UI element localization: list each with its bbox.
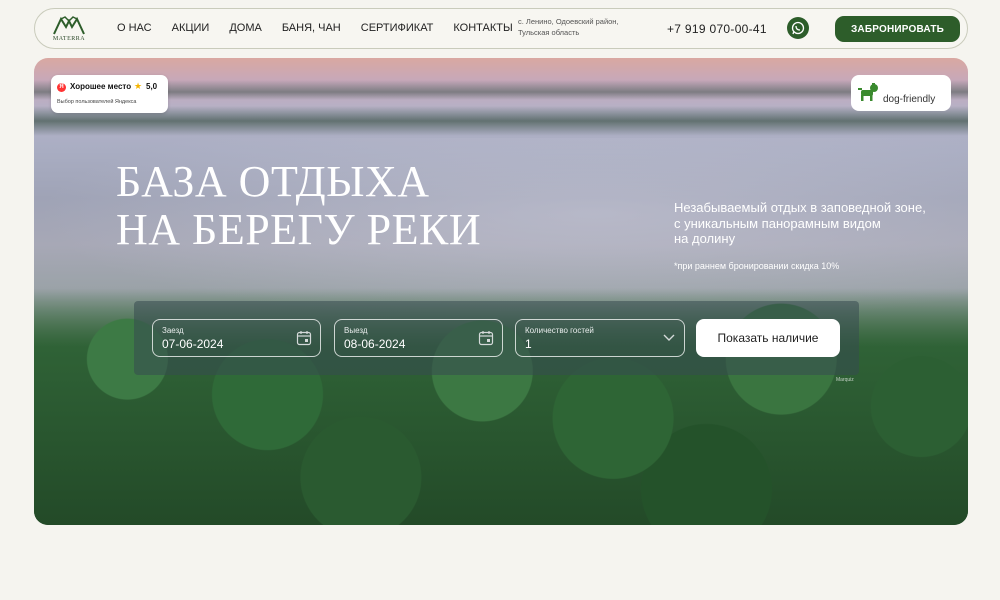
book-button[interactable]: ЗАБРОНИРОВАТЬ — [835, 16, 960, 42]
nav-item-promos[interactable]: АКЦИИ — [172, 22, 210, 34]
phone-link[interactable]: +7 919 070-00-41 — [667, 22, 767, 36]
discount-note: *при раннем бронировании скидка 10% — [674, 261, 840, 271]
checkin-value: 07-06-2024 — [162, 337, 224, 351]
dog-friendly-badge: dog-friendly — [851, 75, 951, 111]
calendar-icon — [296, 331, 312, 346]
nav-item-about[interactable]: О НАС — [117, 22, 152, 34]
yandex-badge-title: Хорошее место — [70, 82, 132, 91]
show-availability-button[interactable]: Показать наличие — [696, 319, 840, 357]
mountains-logo-icon — [53, 16, 85, 35]
yandex-badge-subtitle: Выбор пользователей Яндекса — [57, 99, 137, 105]
chevron-down-icon — [663, 334, 675, 341]
main-nav: О НАС АКЦИИ ДОМА БАНЯ, ЧАН СЕРТИФИКАТ КО… — [117, 22, 533, 34]
hero-desc-line-2: с уникальным панорамным видом — [674, 215, 881, 231]
booking-form: Заезд 07-06-2024 Выезд 08-06-2024 Количе… — [134, 301, 859, 375]
guests-label: Количество гостей — [525, 326, 594, 335]
nav-item-contacts[interactable]: КОНТАКТЫ — [453, 22, 512, 34]
guests-value: 1 — [525, 337, 532, 351]
hero-title-line-2: НА БЕРЕГУ РЕКИ — [116, 205, 482, 254]
nav-item-sauna[interactable]: БАНЯ, ЧАН — [282, 22, 341, 34]
checkin-field[interactable]: Заезд 07-06-2024 — [152, 319, 321, 357]
hero-background — [34, 80, 968, 100]
hero-section: Я Хорошее место ★ 5,0 Выбор пользователе… — [34, 58, 968, 525]
checkout-label: Выезд — [344, 326, 368, 335]
logo-text: MATERRA — [52, 36, 86, 42]
nav-item-certificate[interactable]: СЕРТИФИКАТ — [361, 22, 434, 34]
logo[interactable]: MATERRA — [49, 14, 89, 46]
hero-title: БАЗА ОТДЫХА НА БЕРЕГУ РЕКИ — [116, 158, 481, 254]
dog-friendly-label: dog-friendly — [883, 94, 936, 105]
yandex-rating: 5,0 — [146, 82, 158, 91]
hero-desc-line-3: на долину — [674, 231, 736, 246]
address-text: с. Ленино, Одоевский район, Тульская обл… — [518, 17, 619, 37]
hero-desc-line-1: Незабываемый отдых в заповедной зоне, — [674, 200, 926, 215]
hero-description: Незабываемый отдых в заповедной зоне, с … — [674, 200, 954, 247]
star-icon: ★ — [134, 81, 143, 91]
yandex-badge[interactable]: Я Хорошее место ★ 5,0 Выбор пользователе… — [51, 75, 168, 113]
widget-mark: Marquiz — [836, 377, 854, 383]
yandex-logo-icon: Я — [57, 83, 66, 92]
checkout-field[interactable]: Выезд 08-06-2024 — [334, 319, 503, 357]
guests-select[interactable]: Количество гостей 1 — [515, 319, 685, 357]
whatsapp-icon — [791, 21, 805, 35]
site-header: MATERRA О НАС АКЦИИ ДОМА БАНЯ, ЧАН СЕРТИ… — [34, 8, 968, 49]
hero-title-line-1: БАЗА ОТДЫХА — [116, 157, 430, 206]
whatsapp-button[interactable] — [787, 17, 809, 39]
checkin-label: Заезд — [162, 326, 184, 335]
calendar-icon — [478, 331, 494, 346]
nav-item-houses[interactable]: ДОМА — [229, 22, 262, 34]
hero-background-ridge — [34, 106, 968, 136]
checkout-value: 08-06-2024 — [344, 337, 406, 351]
dog-icon — [858, 83, 878, 101]
